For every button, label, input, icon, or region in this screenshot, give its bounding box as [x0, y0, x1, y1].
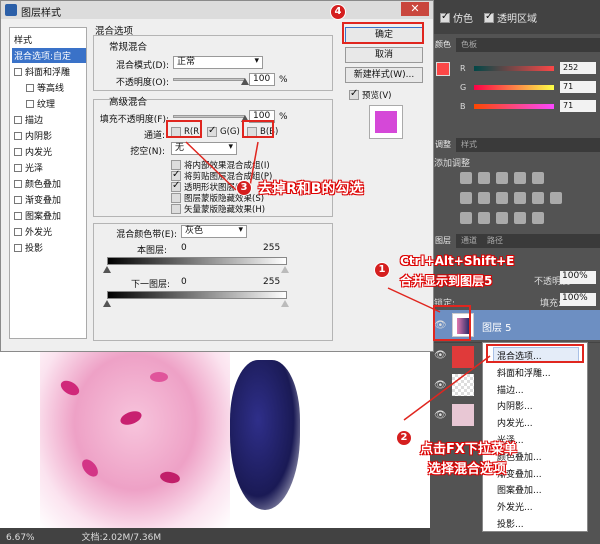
- arrow-to-layer: [387, 287, 441, 313]
- step-1-badge: 1: [374, 262, 390, 278]
- step-2-line2: 选择混合选项: [428, 462, 507, 477]
- step-3-badge: 3: [236, 180, 252, 196]
- annotation-arrows: [185, 141, 491, 421]
- arrow-to-b: [249, 141, 259, 187]
- step-1-line1: Ctrl+Alt+Shift+E: [400, 254, 515, 268]
- arrow-to-r: [185, 141, 237, 191]
- step-2-line1: 点击FX下拉菜单: [420, 442, 517, 457]
- step-4-badge: 4: [330, 4, 346, 20]
- step-2-badge: 2: [396, 430, 412, 446]
- arrow-to-blend-option: [403, 355, 491, 421]
- step-1-line2: 合并显示到图层5: [400, 274, 493, 288]
- step-3-text: 去掉R和B的勾选: [258, 181, 364, 197]
